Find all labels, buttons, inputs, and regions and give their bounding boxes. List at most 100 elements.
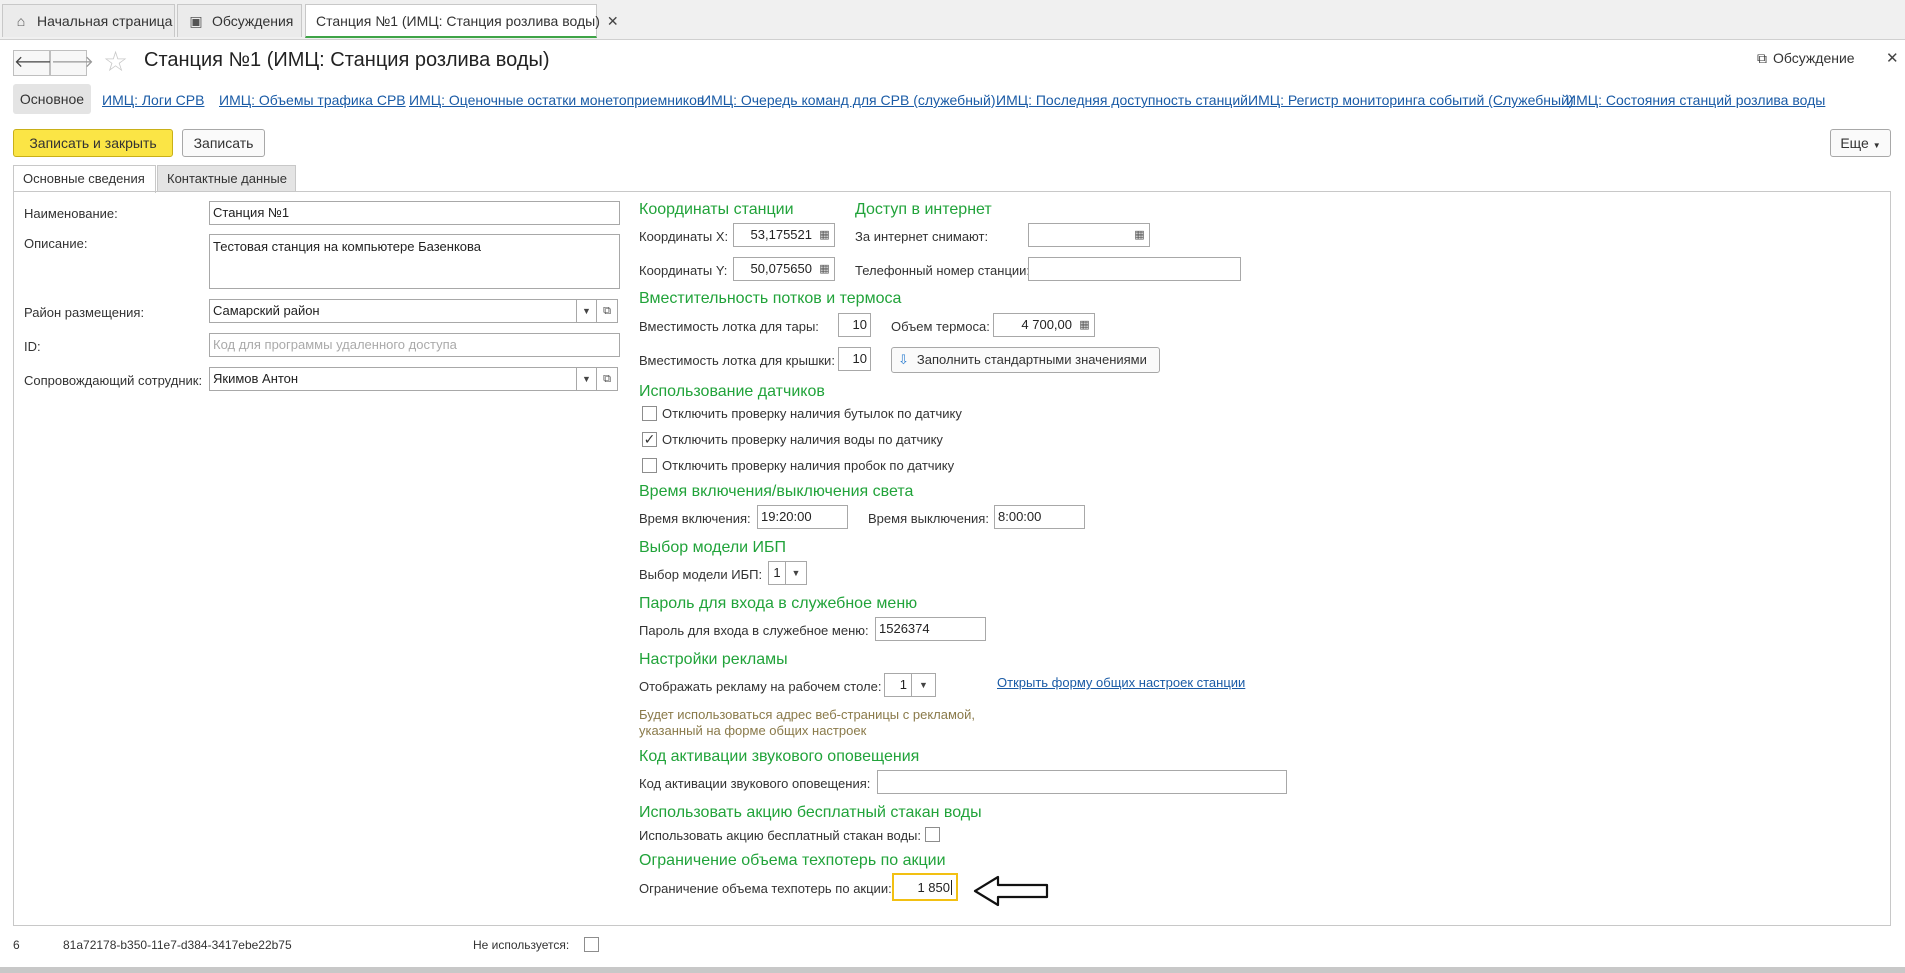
district-dropdown[interactable]: ▼ (577, 299, 597, 323)
chevron-down-icon: ▼ (582, 374, 591, 384)
nav-link-logs[interactable]: ИМЦ: Логи СРВ (102, 92, 204, 108)
loss-value: 1 850 (917, 880, 950, 895)
calculator-icon[interactable]: ▦ (817, 261, 832, 277)
more-label: Еще (1840, 135, 1869, 151)
nav-link-traffic[interactable]: ИМЦ: Объемы трафика СРВ (219, 92, 406, 108)
record-guid: 81a72178-b350-11e7-d384-3417ebe22b75 (63, 938, 292, 952)
district-open-button[interactable]: ⧉ (597, 299, 618, 323)
ads-dropdown[interactable]: ▼ (912, 673, 936, 697)
more-button[interactable]: Еще ▼ (1830, 129, 1891, 157)
sensor-caps-checkbox[interactable] (642, 458, 657, 473)
ads-section-title: Настройки рекламы (639, 651, 788, 668)
ups-label: Выбор модели ИБП: (639, 567, 763, 582)
employee-input[interactable]: Якимов Антон (209, 367, 577, 391)
chat-icon: ▣ (189, 13, 203, 29)
sensor-bottles-checkbox[interactable] (642, 406, 657, 421)
thermos-input[interactable]: 4 700,00 ▦ (993, 313, 1095, 337)
ads-label: Отображать рекламу на рабочем столе: (639, 679, 882, 694)
chevron-down-icon: ▼ (919, 680, 928, 690)
employee-open-button[interactable]: ⧉ (597, 367, 618, 391)
light-on-input[interactable]: 19:20:00 (757, 505, 848, 529)
tab-label: Начальная страница (37, 13, 173, 29)
thermos-value: 4 700,00 (1021, 317, 1072, 332)
sound-label: Код активации звукового оповещения: (639, 776, 871, 791)
fill-defaults-button[interactable]: ⇩ Заполнить стандартными значениями (891, 347, 1160, 373)
open-link-icon: ⧉ (603, 373, 611, 385)
chevron-down-icon: ▼ (582, 306, 591, 316)
chevron-down-icon: ▼ (1872, 141, 1881, 150)
id-label: ID: (24, 339, 41, 354)
sensor-water-label: Отключить проверку наличия воды по датчи… (662, 432, 943, 447)
id-input[interactable]: Код для программы удаленного доступа (209, 333, 620, 357)
nav-link-coin-balance[interactable]: ИМЦ: Оценочные остатки монетоприемников (409, 92, 704, 108)
close-icon[interactable]: ✕ (607, 13, 619, 29)
internet-charge-label: За интернет снимают: (855, 229, 989, 244)
phone-label: Телефонный номер станции: (855, 263, 1031, 278)
ads-select[interactable]: 1 (884, 673, 912, 697)
bottom-border (0, 967, 1905, 973)
coords-section-title: Координаты станции (639, 201, 794, 218)
arrow-right-icon: 🡒 (51, 54, 94, 71)
home-icon: ⌂ (16, 13, 26, 29)
pointer-arrow-icon (973, 875, 1049, 907)
loss-input[interactable]: 1 850 (892, 873, 958, 901)
description-label: Описание: (24, 236, 88, 251)
discussion-button[interactable]: ⧉ Обсуждение (1757, 50, 1855, 67)
light-off-input[interactable]: 8:00:00 (994, 505, 1085, 529)
employee-dropdown[interactable]: ▼ (577, 367, 597, 391)
tray-input[interactable]: 10 (838, 313, 871, 337)
close-icon[interactable]: ✕ (1886, 49, 1899, 67)
phone-input[interactable] (1028, 257, 1241, 281)
unused-checkbox[interactable] (584, 937, 599, 952)
tab-discussions[interactable]: ▣ Обсуждения (177, 4, 302, 37)
tab-station[interactable]: Станция №1 (ИМЦ: Станция розлива воды) ✕ (305, 4, 619, 38)
lid-input[interactable]: 10 (838, 347, 871, 371)
tab-home[interactable]: ⌂ Начальная страница (2, 4, 175, 37)
promo-checkbox[interactable] (925, 827, 940, 842)
internet-charge-input[interactable]: ▦ (1028, 223, 1150, 247)
nav-main[interactable]: Основное (13, 84, 91, 114)
tab-contact-data[interactable]: Контактные данные (157, 165, 296, 192)
fill-icon: ⇩ (898, 352, 909, 367)
nav-link-availability[interactable]: ИМЦ: Последняя доступность станций (996, 92, 1248, 108)
coord-y-input[interactable]: 50,075650 ▦ (733, 257, 835, 281)
status-bar: 6 81a72178-b350-11e7-d384-3417ebe22b75 Н… (0, 935, 1905, 955)
coord-x-value: 53,175521 (750, 227, 812, 242)
description-input[interactable]: Тестовая станция на компьютере Базенкова (209, 234, 620, 289)
forward-button[interactable]: 🡒 (50, 50, 94, 76)
coord-x-input[interactable]: 53,175521 ▦ (733, 223, 835, 247)
calendar-icon[interactable]: ▦ (1132, 227, 1147, 243)
coord-y-value: 50,075650 (750, 261, 812, 276)
ads-note-line2: указанный на форме общих настроек (639, 723, 867, 738)
password-input[interactable]: 1526374 (875, 617, 986, 641)
tab-label: Станция №1 (ИМЦ: Станция розлива воды) (316, 13, 600, 29)
star-icon[interactable]: ☆ (103, 45, 128, 78)
save-close-button[interactable]: Записать и закрыть (13, 129, 173, 157)
ups-select[interactable]: 1 (768, 561, 786, 585)
internet-section-title: Доступ в интернет (855, 201, 992, 218)
sound-input[interactable] (877, 770, 1287, 794)
district-input[interactable]: Самарский район (209, 299, 577, 323)
light-section-title: Время включения/выключения света (639, 483, 914, 500)
sensors-section-title: Использование датчиков (639, 383, 825, 400)
nav-link-command-queue[interactable]: ИМЦ: Очередь команд для СРВ (служебный) (701, 92, 995, 108)
back-button[interactable]: 🡐 (13, 50, 57, 76)
light-off-label: Время выключения: (868, 511, 989, 526)
loss-label: Ограничение объема техпотерь по акции: (639, 881, 892, 896)
save-button[interactable]: Записать (182, 129, 265, 157)
name-input[interactable]: Станция №1 (209, 201, 620, 225)
ups-dropdown[interactable]: ▼ (786, 561, 807, 585)
calculator-icon[interactable]: ▦ (1077, 317, 1092, 333)
employee-label: Сопровождающий сотрудник: (24, 373, 203, 388)
tab-main-info[interactable]: Основные сведения (13, 165, 156, 193)
sensor-bottles-label: Отключить проверку наличия бутылок по да… (662, 406, 962, 421)
nav-link-event-monitoring[interactable]: ИМЦ: Регистр мониторинга событий (Служеб… (1248, 92, 1574, 108)
nav-link-station-states[interactable]: ИМЦ: Состояния станций розлива воды (1566, 92, 1825, 108)
record-code: 6 (13, 938, 20, 952)
password-label: Пароль для входа в служебное меню: (639, 623, 869, 638)
calculator-icon[interactable]: ▦ (817, 227, 832, 243)
open-settings-link[interactable]: Открыть форму общих настроек станции (997, 675, 1245, 690)
chat-icon: ⧉ (1757, 50, 1767, 66)
sensor-water-checkbox[interactable]: ✓ (642, 432, 657, 447)
thermos-label: Объем термоса: (891, 319, 990, 334)
